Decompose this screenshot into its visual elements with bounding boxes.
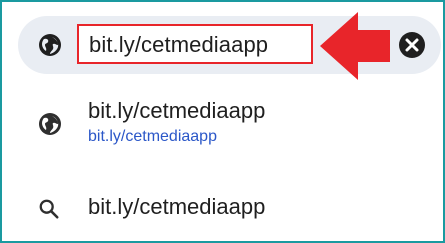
search-icon <box>39 199 59 219</box>
globe-icon <box>39 113 61 135</box>
omnibox[interactable]: bit.ly/cetmediaapp <box>18 12 441 80</box>
suggestion-panel: bit.ly/cetmediaapp bit.ly/cetmediaapp bi… <box>0 0 445 243</box>
suggestion-item[interactable]: bit.ly/cetmediaapp <box>18 194 441 230</box>
suggestion-item[interactable]: bit.ly/cetmediaapp bit.ly/cetmediaapp <box>18 94 441 164</box>
globe-icon <box>39 34 61 56</box>
suggestion-url: bit.ly/cetmediaapp <box>88 128 217 145</box>
url-input-highlight[interactable]: bit.ly/cetmediaapp <box>77 24 313 64</box>
url-input[interactable]: bit.ly/cetmediaapp <box>89 32 268 58</box>
clear-icon[interactable] <box>398 31 426 59</box>
red-arrow-icon <box>320 12 390 80</box>
suggestion-title: bit.ly/cetmediaapp <box>88 194 266 219</box>
suggestion-title: bit.ly/cetmediaapp <box>88 98 266 123</box>
